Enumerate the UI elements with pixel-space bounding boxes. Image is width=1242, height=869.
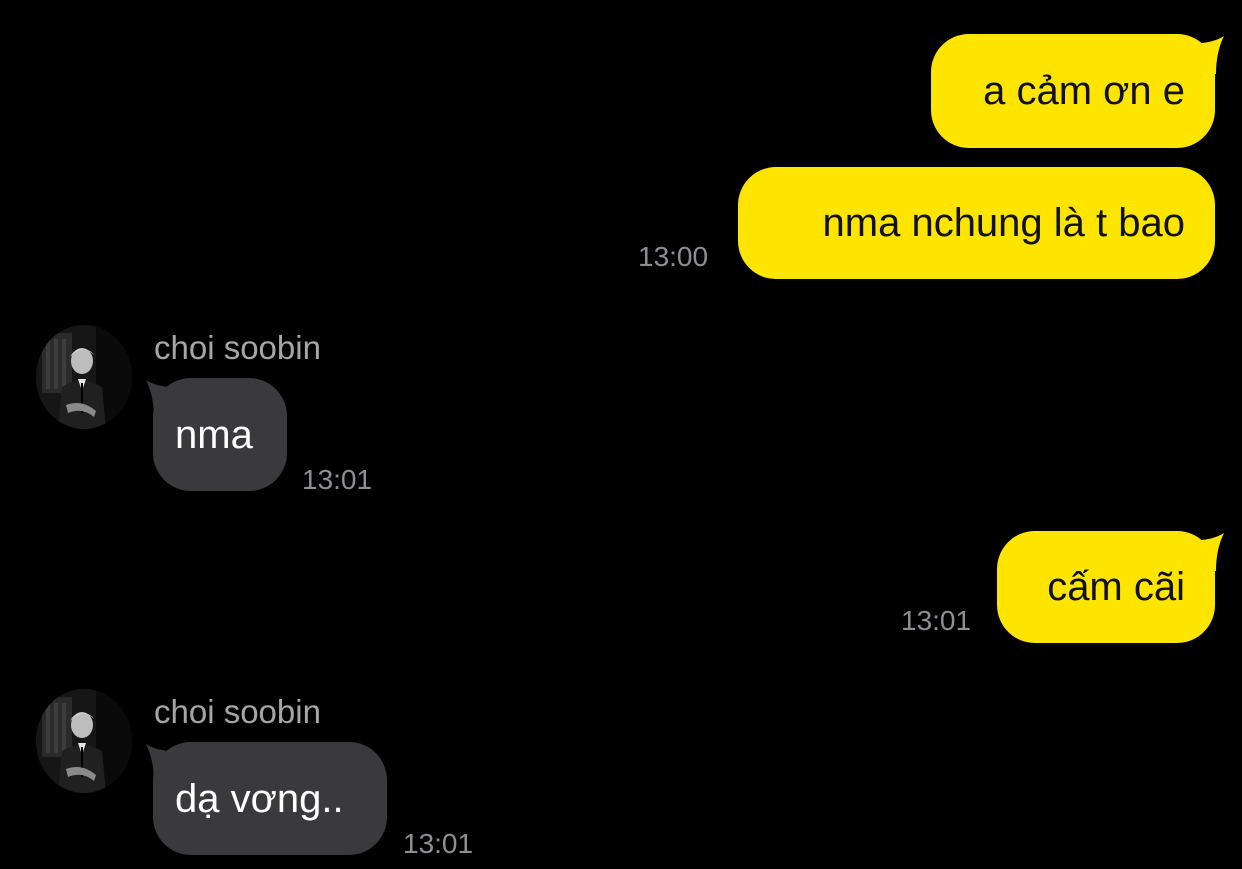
sender-avatar[interactable] [36,325,132,429]
message-timestamp: 13:01 [901,605,972,636]
profile-photo-icon [36,325,132,429]
message-timestamp: 13:00 [638,241,709,272]
message-bubble-received[interactable]: dạ vơng.. [153,742,387,855]
message-text: a cảm ơn e [983,69,1185,113]
sender-name: choi soobin [154,693,321,730]
message-bubble-sent[interactable]: a cảm ơn e [931,34,1215,148]
message-timestamp: 13:01 [403,828,474,859]
sender-avatar[interactable] [36,689,132,793]
message-text: nma [175,412,253,457]
message-bubble-sent[interactable]: nma nchung là t bao [738,167,1215,279]
message-text: cấm cãi [1047,565,1185,609]
profile-photo-icon [36,689,132,793]
message-text: nma nchung là t bao [822,201,1185,245]
message-bubble-received[interactable]: nma [153,378,287,491]
message-timestamp: 13:01 [302,464,373,495]
message-bubble-sent[interactable]: cấm cãi [997,531,1215,643]
message-text: dạ vơng.. [175,776,344,821]
sender-name: choi soobin [154,329,321,366]
